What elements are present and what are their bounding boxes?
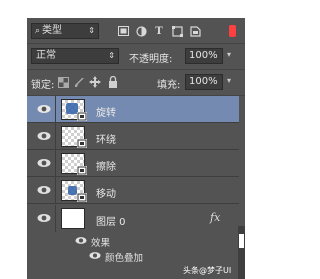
divider (55, 123, 56, 150)
smart-object-badge-icon (77, 112, 87, 121)
visibility-eye-icon[interactable] (75, 236, 87, 245)
fx-effects-icon[interactable]: fx (210, 211, 220, 224)
layer-row-rotate[interactable]: 旋转 (27, 96, 239, 123)
effects-label: 效果 (91, 238, 111, 249)
adjustment-filter-icon[interactable] (135, 25, 147, 37)
lock-row: 锁定: 填充: 100% ▾ (27, 72, 245, 92)
visibility-eye-icon[interactable] (89, 251, 101, 260)
thumbnail-content (68, 186, 77, 195)
divider (55, 177, 56, 204)
layer-row-orbit[interactable]: 环绕 (27, 123, 239, 150)
layer-row-layer0[interactable]: 图层 0 fx (27, 205, 239, 232)
blend-mode-select[interactable]: 正常 ⇕ (31, 48, 119, 64)
text-filter-icon[interactable]: T (153, 25, 165, 37)
blend-mode-value: 正常 (36, 50, 56, 61)
effect-item-color-overlay[interactable]: 颜色叠加 (27, 249, 239, 264)
visibility-eye-icon[interactable] (37, 131, 51, 141)
opacity-input[interactable]: 100% (185, 48, 223, 64)
smart-object-badge-icon (77, 166, 87, 175)
layer-thumbnail[interactable] (61, 208, 85, 229)
lock-paint-icon[interactable] (73, 76, 85, 88)
lock-transparency-icon[interactable] (57, 76, 69, 88)
divider (55, 96, 56, 123)
divider (27, 43, 245, 44)
dropdown-arrow-icon: ⇕ (108, 51, 115, 60)
layer-row-erase[interactable]: 擦除 (27, 150, 239, 177)
opacity-dropdown-icon[interactable]: ▾ (227, 50, 231, 59)
dropdown-arrow-icon: ⇕ (88, 26, 95, 35)
lock-position-icon[interactable] (89, 76, 101, 88)
filter-toggle-switch[interactable] (229, 25, 236, 37)
divider (27, 69, 245, 70)
layer-name: 图层 0 (96, 217, 126, 228)
layer-name: 移动 (96, 189, 116, 200)
visibility-eye-icon[interactable] (37, 158, 51, 168)
visibility-eye-icon[interactable] (37, 185, 51, 195)
layer-name: 擦除 (96, 162, 116, 173)
shape-filter-icon[interactable] (171, 25, 183, 37)
layer-name: 环绕 (96, 135, 116, 146)
filter-kind-select[interactable]: ⌕ 类型 ⇕ (31, 23, 99, 39)
divider (55, 150, 56, 177)
visibility-eye-icon[interactable] (37, 104, 51, 114)
fill-label: 填充: (157, 80, 181, 91)
opacity-label: 不透明度: (129, 54, 173, 65)
watermark-text: 头条@梦子UI (183, 266, 232, 275)
layers-panel: ⌕ 类型 ⇕ T 正常 ⇕ 不透明度: 100% ▾ 锁定: 填充: 100% … (27, 18, 245, 279)
scrollbar-thumb[interactable] (239, 234, 244, 248)
blend-row: 正常 ⇕ 不透明度: 100% ▾ (27, 46, 245, 66)
filter-kind-label: 类型 (42, 25, 63, 36)
layer-name: 旋转 (96, 108, 116, 119)
visibility-eye-icon[interactable] (37, 213, 51, 223)
smart-object-badge-icon (77, 139, 87, 148)
fill-input[interactable]: 100% (185, 74, 223, 90)
effect-name: 颜色叠加 (105, 253, 144, 264)
image-filter-icon[interactable] (117, 25, 129, 37)
divider (55, 205, 56, 232)
layer-filter-bar: ⌕ 类型 ⇕ T (27, 21, 245, 42)
effects-group-row[interactable]: 效果 (27, 234, 239, 249)
smart-object-badge-icon (77, 193, 87, 202)
fill-dropdown-icon[interactable]: ▾ (227, 76, 231, 85)
lock-label: 锁定: (31, 80, 55, 91)
search-icon: ⌕ (35, 26, 41, 36)
smart-object-filter-icon[interactable] (189, 25, 201, 37)
layer-row-move[interactable]: 移动 (27, 177, 239, 204)
lock-all-icon[interactable] (107, 76, 119, 88)
